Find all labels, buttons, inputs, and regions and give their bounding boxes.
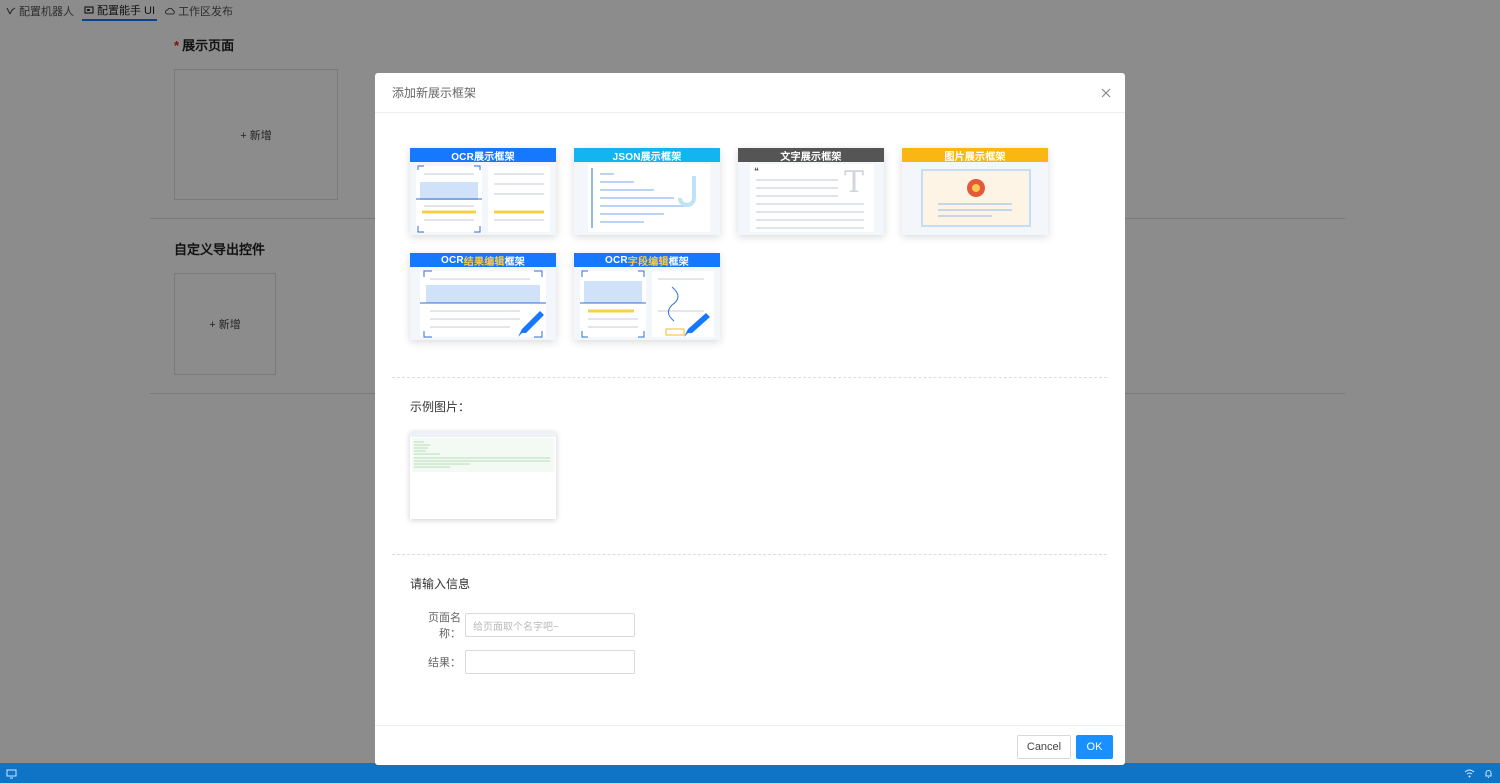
frame-thumbnail	[410, 267, 556, 340]
svg-text:❝: ❝	[754, 167, 759, 177]
frame-card-ocr-result-edit[interactable]: OCR 结果编辑 框架	[410, 253, 556, 340]
label-part: 框架	[504, 256, 526, 268]
label-highlight: 结果编辑	[463, 256, 505, 268]
frame-card-label: 文字展示框架	[738, 148, 884, 163]
frame-thumbnail: ❝ T	[738, 162, 884, 235]
close-icon[interactable]	[1099, 86, 1113, 100]
label-part: OCR	[604, 254, 628, 266]
frame-card-label: OCR展示框架	[410, 148, 556, 163]
page-name-row: 页面名称： 给页面取个名字吧~	[410, 609, 635, 641]
sample-image[interactable]	[410, 432, 556, 519]
divider	[392, 377, 1107, 378]
bell-icon[interactable]	[1483, 768, 1494, 779]
dialog-header: 添加新展示框架	[375, 73, 1125, 113]
wifi-icon[interactable]	[1464, 768, 1475, 779]
dialog-footer: Cancel OK	[375, 725, 1125, 765]
label-part: 框架	[668, 256, 690, 268]
ok-button[interactable]: OK	[1076, 735, 1113, 759]
dialog-title: 添加新展示框架	[392, 86, 477, 100]
label-part: OCR	[440, 254, 464, 266]
label-highlight: 字段编辑	[627, 256, 669, 268]
page-name-input[interactable]: 给页面取个名字吧~	[465, 613, 635, 637]
status-bar	[0, 763, 1500, 783]
frame-thumbnail	[410, 162, 556, 235]
page-name-label: 页面名称：	[428, 612, 461, 640]
cancel-button[interactable]: Cancel	[1017, 735, 1071, 759]
result-label: 结果：	[428, 657, 461, 669]
frame-thumbnail	[574, 162, 720, 235]
frame-card-label: OCR 字段编辑 框架	[574, 253, 720, 268]
frame-thumbnail	[574, 267, 720, 340]
frame-card-ocr-field-edit[interactable]: OCR 字段编辑 框架	[574, 253, 720, 340]
frame-card-ocr[interactable]: OCR展示框架	[410, 148, 556, 235]
svg-text:T: T	[844, 165, 864, 200]
frame-card-image[interactable]: 图片展示框架	[902, 148, 1048, 235]
frame-thumbnail	[902, 162, 1048, 235]
frame-card-json[interactable]: JSON展示框架	[574, 148, 720, 235]
result-row: 结果：	[410, 650, 635, 674]
monitor-icon[interactable]	[6, 768, 17, 779]
result-input[interactable]	[465, 650, 635, 674]
divider	[392, 554, 1107, 555]
info-label: 请输入信息	[410, 577, 471, 591]
frame-card-label: 图片展示框架	[902, 148, 1048, 163]
frame-card-text[interactable]: 文字展示框架 ❝ T	[738, 148, 884, 235]
sample-image-label: 示例图片：	[410, 400, 471, 414]
frame-card-label: JSON展示框架	[574, 148, 720, 163]
frame-card-label: OCR 结果编辑 框架	[410, 253, 556, 268]
add-frame-dialog: 添加新展示框架 OCR展示框架 JSON展示框架 文字展示框架 ❝ T 图片展示…	[375, 73, 1125, 765]
